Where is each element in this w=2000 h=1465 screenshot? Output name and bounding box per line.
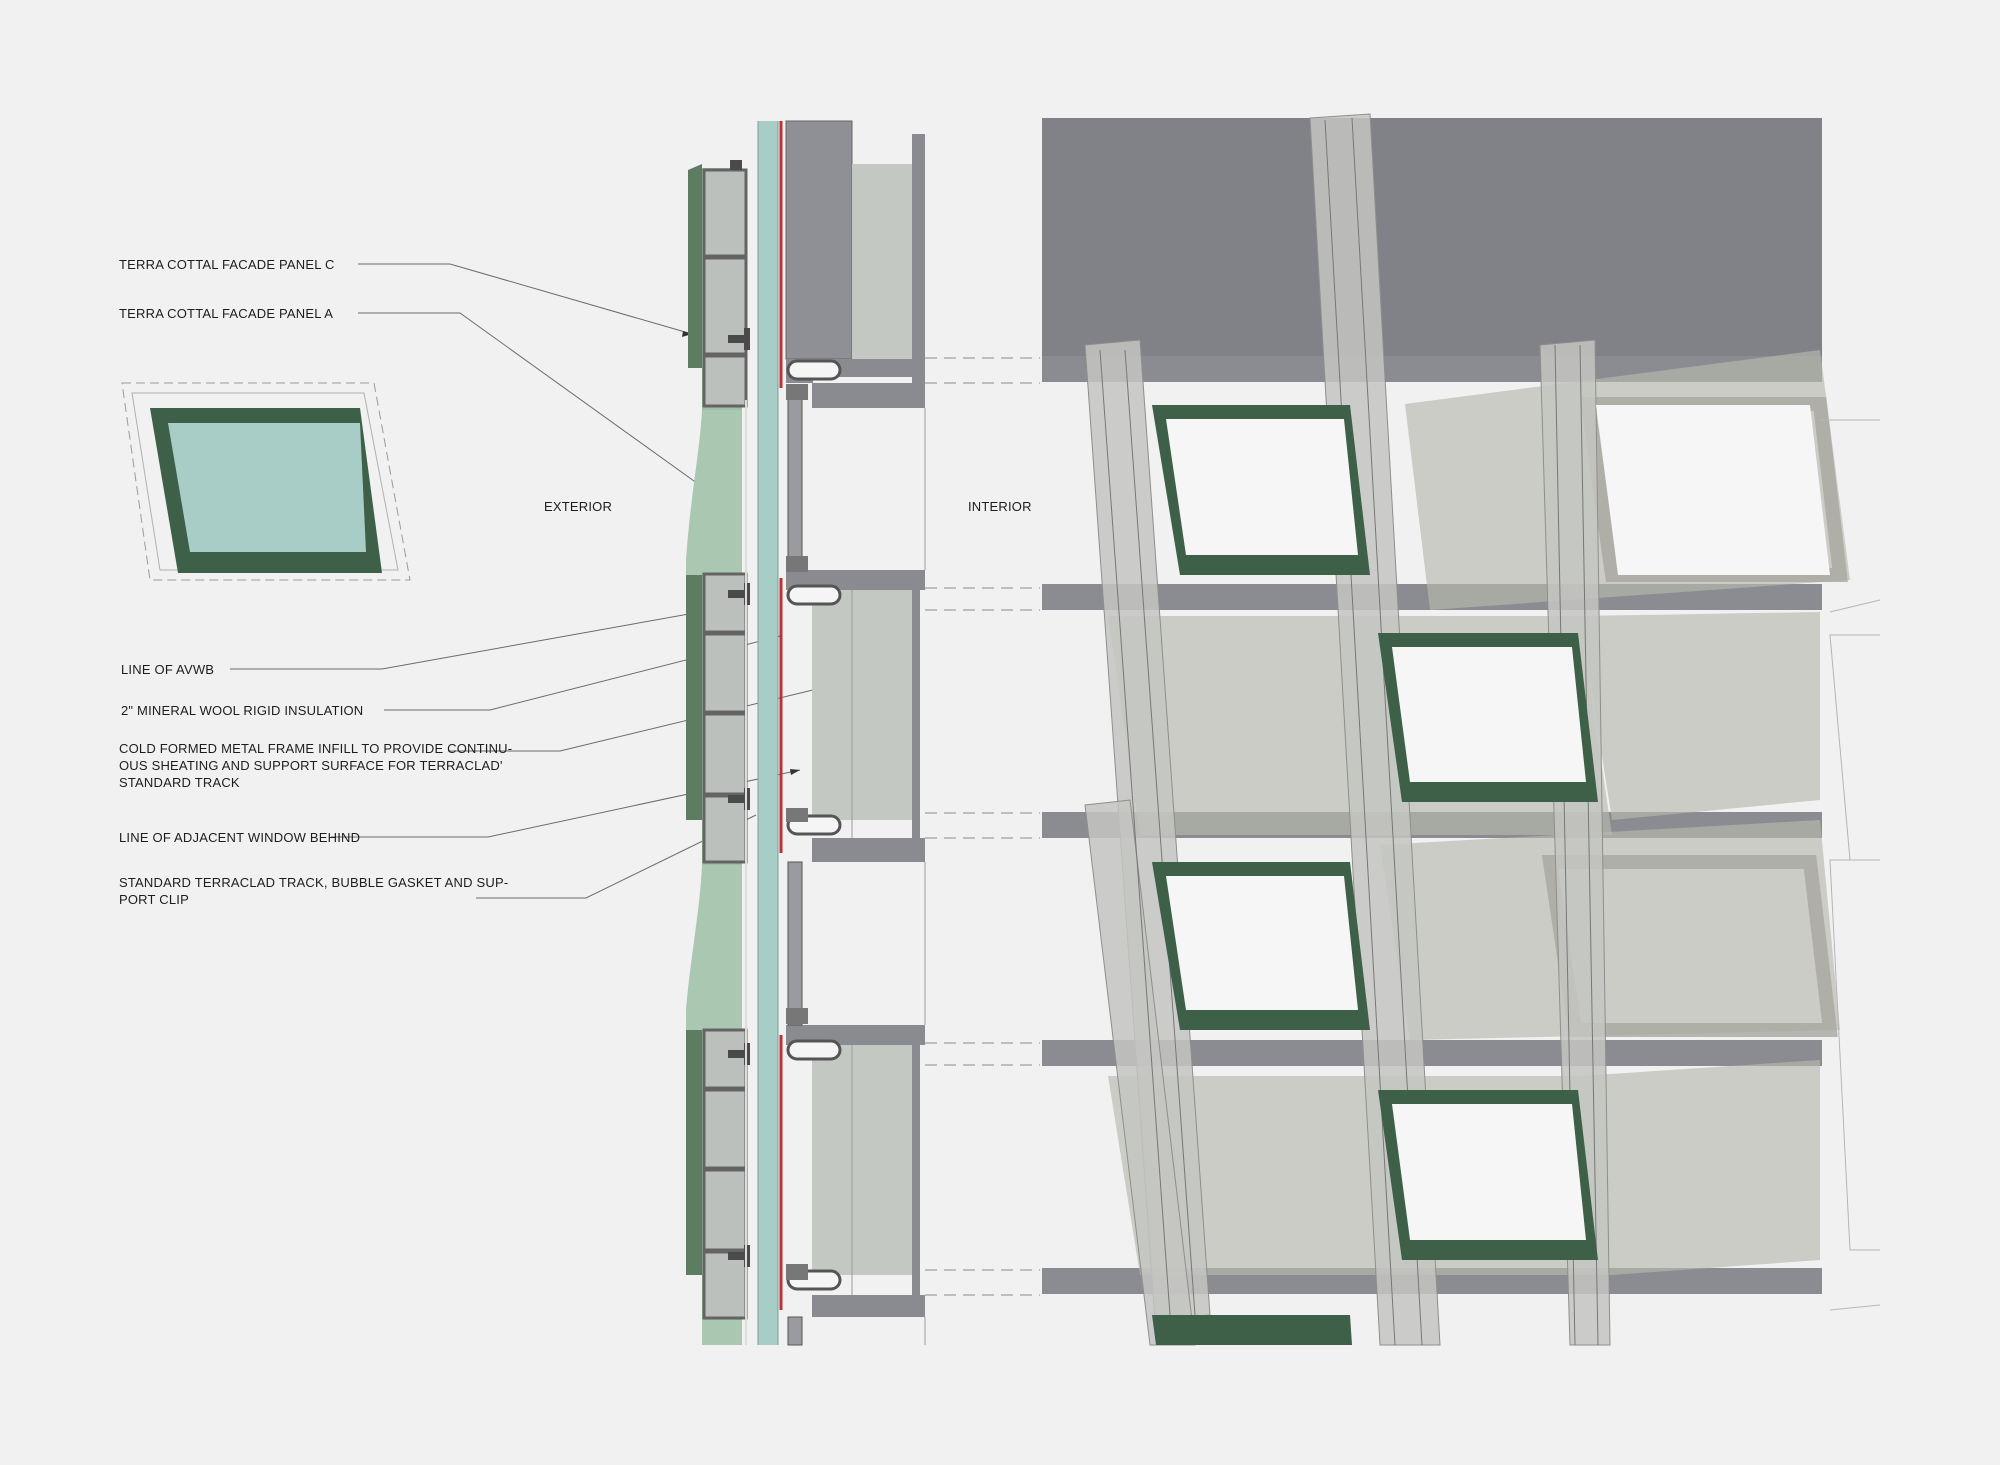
callout-avwb: LINE OF AVWB xyxy=(121,662,215,677)
callout-insulation: 2" MINERAL WOOL RIGID INSULATION xyxy=(121,703,364,718)
callout-frame-infill-line-1: COLD FORMED METAL FRAME INFILL TO PROVID… xyxy=(119,741,513,756)
leader-lines xyxy=(230,263,847,899)
facade-detail-drawing: TERRA COTTAL FACADE PANEL C TERRA COTTAL… xyxy=(0,0,2000,1465)
panel-key-icon xyxy=(121,382,411,581)
facade-elevation xyxy=(1042,113,1881,1346)
callout-track-line-1: STANDARD TERRACLAD TRACK, BUBBLE GASKET … xyxy=(119,875,509,890)
callout-panel-a: TERRA COTTAL FACADE PANEL A xyxy=(119,306,334,321)
callout-panel-c: TERRA COTTAL FACADE PANEL C xyxy=(119,257,335,272)
callout-track: STANDARD TERRACLAD TRACK, BUBBLE GASKET … xyxy=(119,874,508,908)
zone-label-interior: INTERIOR xyxy=(968,499,1032,514)
callout-frame-infill: COLD FORMED METAL FRAME INFILL TO PROVID… xyxy=(119,740,512,791)
callout-frame-infill-line-2: OUS SHEATING AND SUPPORT SURFACE FOR TER… xyxy=(119,758,503,773)
callout-frame-infill-line-3: STANDARD TRACK xyxy=(119,775,240,790)
callout-track-line-2: PORT CLIP xyxy=(119,892,189,907)
zone-label-exterior: EXTERIOR xyxy=(544,499,613,514)
drawing-canvas xyxy=(121,113,1881,1346)
callout-adjacent-window: LINE OF ADJACENT WINDOW BEHIND xyxy=(119,830,361,845)
wall-section xyxy=(686,120,926,1346)
